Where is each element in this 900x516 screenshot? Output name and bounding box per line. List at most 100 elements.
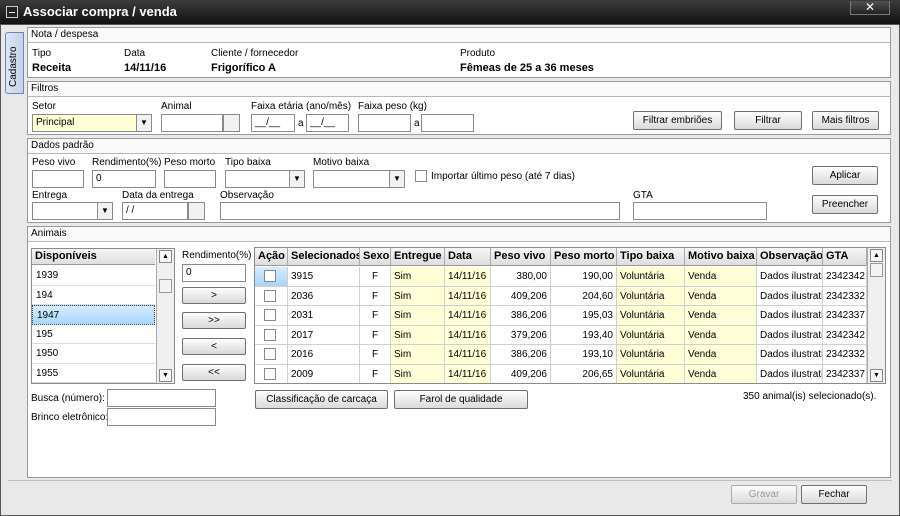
chevron-down-icon[interactable]: ▼ <box>289 171 304 187</box>
animal-lookup-button[interactable] <box>223 114 240 132</box>
side-tab-cadastro[interactable]: Cadastro <box>5 32 24 94</box>
motivo-baixa-select[interactable]: ▼ <box>313 170 405 188</box>
faixa-peso-from-input[interactable] <box>358 114 411 132</box>
cell-motivo-baixa[interactable]: Venda <box>685 267 757 287</box>
cell-peso-vivo[interactable]: 409,206 <box>491 365 551 383</box>
cell-data[interactable]: 14/11/16 <box>445 365 491 383</box>
faixa-etaria-from-input[interactable]: __/__ <box>251 114 295 132</box>
cell-observacao[interactable]: Dados ilustrativ <box>757 306 823 326</box>
selecionados-grid[interactable]: Ação Selecionados Sexo Entregue Data Pes… <box>254 247 886 384</box>
cell-acao[interactable] <box>255 325 288 346</box>
column-header-sexo[interactable]: Sexo <box>360 248 391 266</box>
scroll-up-icon[interactable]: ▲ <box>159 250 172 263</box>
fechar-button[interactable]: Fechar <box>801 485 867 504</box>
cell-sexo[interactable]: F <box>360 325 391 346</box>
list-item[interactable]: 1955 <box>32 364 155 383</box>
list-item[interactable]: 195 <box>32 325 155 344</box>
gta-input[interactable] <box>633 202 767 220</box>
cell-peso-vivo[interactable]: 386,206 <box>491 306 551 326</box>
cell-acao[interactable] <box>255 267 288 287</box>
cell-entregue[interactable]: Sim <box>391 306 445 326</box>
aplicar-button[interactable]: Aplicar <box>812 166 878 185</box>
scroll-thumb[interactable] <box>159 279 172 293</box>
disponiveis-scrollbar[interactable]: ▲ ▼ <box>156 249 174 383</box>
cell-acao[interactable] <box>255 345 288 365</box>
remove-all-button[interactable]: << <box>182 364 246 381</box>
cell-tipo-baixa[interactable]: Voluntária <box>617 365 685 383</box>
cell-entregue[interactable]: Sim <box>391 365 445 383</box>
cell-gta[interactable]: 2342337 <box>823 306 867 326</box>
classificacao-carcaca-button[interactable]: Classificação de carcaça <box>255 390 388 409</box>
cell-motivo-baixa[interactable]: Venda <box>685 345 757 365</box>
column-header-observacao[interactable]: Observação <box>757 248 823 266</box>
scroll-thumb[interactable] <box>870 263 883 277</box>
cell-motivo-baixa[interactable]: Venda <box>685 325 757 346</box>
setor-select[interactable]: Principal ▼ <box>32 114 152 132</box>
column-header-entregue[interactable]: Entregue <box>391 248 445 266</box>
cell-gta[interactable]: 2342332 <box>823 345 867 365</box>
cell-acao[interactable] <box>255 286 288 307</box>
row-checkbox[interactable] <box>264 289 276 302</box>
animal-input[interactable] <box>161 114 223 132</box>
scroll-down-icon[interactable]: ▼ <box>159 369 172 382</box>
chevron-down-icon[interactable]: ▼ <box>97 203 112 219</box>
cell-peso-vivo[interactable]: 380,00 <box>491 267 551 287</box>
cell-tipo-baixa[interactable]: Voluntária <box>617 306 685 326</box>
cell-peso-morto[interactable]: 193,40 <box>551 325 617 346</box>
chevron-down-icon[interactable]: ▼ <box>389 171 404 187</box>
cell-observacao[interactable]: Dados ilustrativ <box>757 267 823 287</box>
cell-data[interactable]: 14/11/16 <box>445 286 491 307</box>
cell-entregue[interactable]: Sim <box>391 286 445 307</box>
row-checkbox[interactable] <box>264 328 276 341</box>
cell-entregue[interactable]: Sim <box>391 267 445 287</box>
cell-peso-vivo[interactable]: 386,206 <box>491 345 551 365</box>
cell-entregue[interactable]: Sim <box>391 345 445 365</box>
data-entrega-input[interactable]: / / <box>122 202 188 220</box>
cell-selecionado[interactable]: 2031 <box>288 306 360 326</box>
column-header-peso-vivo[interactable]: Peso vivo <box>491 248 551 266</box>
cell-gta[interactable]: 2342342 <box>823 267 867 287</box>
disponiveis-list[interactable]: Disponíveis 1939 194 1947 195 1950 1955 … <box>31 248 175 384</box>
row-checkbox[interactable] <box>264 270 276 282</box>
cell-sexo[interactable]: F <box>360 345 391 365</box>
filtrar-button[interactable]: Filtrar <box>734 111 802 130</box>
row-checkbox[interactable] <box>264 348 276 361</box>
cell-data[interactable]: 14/11/16 <box>445 306 491 326</box>
peso-vivo-input[interactable] <box>32 170 84 188</box>
observacao-input[interactable] <box>220 202 620 220</box>
cell-sexo[interactable]: F <box>360 267 391 287</box>
cell-data[interactable]: 14/11/16 <box>445 325 491 346</box>
cell-observacao[interactable]: Dados ilustrativ <box>757 345 823 365</box>
column-header-peso-morto[interactable]: Peso morto <box>551 248 617 266</box>
cell-peso-morto[interactable]: 193,10 <box>551 345 617 365</box>
cell-tipo-baixa[interactable]: Voluntária <box>617 325 685 346</box>
rendimento-animais-input[interactable]: 0 <box>182 264 246 282</box>
cell-selecionado[interactable]: 3915 <box>288 267 360 287</box>
preencher-button[interactable]: Preencher <box>812 195 878 214</box>
cell-selecionado[interactable]: 2036 <box>288 286 360 307</box>
remove-button[interactable]: < <box>182 338 246 355</box>
cell-motivo-baixa[interactable]: Venda <box>685 306 757 326</box>
window-menu-icon[interactable] <box>6 6 18 18</box>
tipo-baixa-select[interactable]: ▼ <box>225 170 305 188</box>
cell-motivo-baixa[interactable]: Venda <box>685 365 757 383</box>
cell-peso-vivo[interactable]: 409,206 <box>491 286 551 307</box>
cell-gta[interactable]: 2342332 <box>823 286 867 307</box>
cell-tipo-baixa[interactable]: Voluntária <box>617 267 685 287</box>
column-header-acao[interactable]: Ação <box>255 248 288 266</box>
cell-peso-vivo[interactable]: 379,206 <box>491 325 551 346</box>
faixa-peso-to-input[interactable] <box>421 114 474 132</box>
column-header-data[interactable]: Data <box>445 248 491 266</box>
cell-selecionado[interactable]: 2009 <box>288 365 360 383</box>
title-bar[interactable]: Associar compra / venda ✕ <box>0 0 900 24</box>
cell-observacao[interactable]: Dados ilustrativ <box>757 286 823 307</box>
importar-peso-checkbox[interactable] <box>415 170 427 182</box>
cell-peso-morto[interactable]: 190,00 <box>551 267 617 287</box>
cell-tipo-baixa[interactable]: Voluntária <box>617 345 685 365</box>
column-header-gta[interactable]: GTA <box>823 248 867 266</box>
cell-sexo[interactable]: F <box>360 286 391 307</box>
peso-morto-input[interactable] <box>164 170 216 188</box>
cell-sexo[interactable]: F <box>360 306 391 326</box>
mais-filtros-button[interactable]: Mais filtros <box>812 111 879 130</box>
brinco-input[interactable] <box>107 408 216 426</box>
